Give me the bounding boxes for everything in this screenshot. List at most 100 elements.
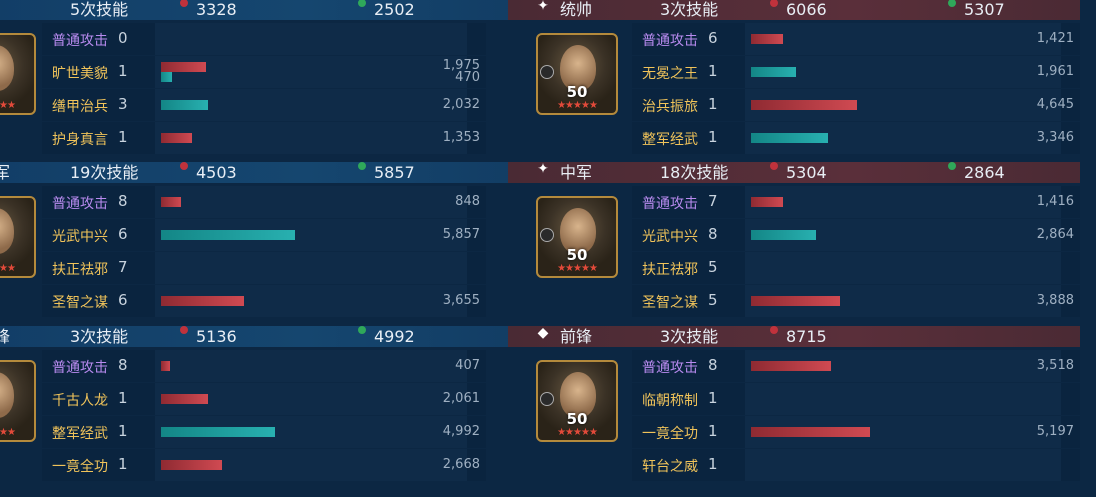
damage-value: 5,197 xyxy=(1036,424,1074,439)
heal-total: 4992 xyxy=(374,327,415,346)
weapon-badge-icon xyxy=(540,392,554,406)
skill-cast-count: 0 xyxy=(118,29,128,47)
position-label: 锋 xyxy=(0,327,11,346)
skill-cast-count: 8 xyxy=(708,356,718,374)
skill-name[interactable]: 无冕之王 xyxy=(642,63,698,83)
skill-cast-count: 3 xyxy=(118,95,128,113)
star-rating: ★★★★★ xyxy=(557,263,598,274)
skill-cast-count: 1 xyxy=(708,128,718,146)
damage-value: 3,655 xyxy=(442,293,480,308)
skill-name[interactable]: 圣智之谋 xyxy=(52,292,108,312)
skill-row: 无冕之王 1 1,961 xyxy=(632,56,1080,88)
general-portrait[interactable]: 50 ★★★★★ xyxy=(536,196,618,278)
heal-dot-icon xyxy=(948,162,956,170)
damage-total: 8715 xyxy=(786,327,827,346)
heal-value: 3,346 xyxy=(1036,130,1074,145)
general-panel: ◆ 前锋 3次技能 8715 50 ★★★★★ 普通攻击 8 3,518 临朝称制 1 一竟全功 1 5,… xyxy=(508,326,1080,490)
skill-name[interactable]: 扶正祛邪 xyxy=(642,259,698,279)
skill-name[interactable]: 圣智之谋 xyxy=(642,292,698,312)
skill-name[interactable]: 普通攻击 xyxy=(642,193,698,213)
skill-row: 轩台之威 1 xyxy=(632,449,1080,481)
general-portrait[interactable]: 50 ★★★★★ xyxy=(536,360,618,442)
skill-row: 一竟全功 1 2,668 xyxy=(42,449,486,481)
skill-name[interactable]: 千古人龙 xyxy=(52,390,108,410)
skill-cast-count: 1 xyxy=(708,389,718,407)
skill-name[interactable]: 普通攻击 xyxy=(52,357,108,377)
panel-header: 5次技能 3328 2502 xyxy=(0,0,540,20)
skill-cast-count: 1 xyxy=(118,128,128,146)
general-portrait[interactable]: ★★★★★ xyxy=(0,33,36,115)
skill-name[interactable]: 普通攻击 xyxy=(52,193,108,213)
skill-row: 治兵振旅 1 4,645 xyxy=(632,89,1080,121)
skill-row: 普通攻击 8 407 xyxy=(42,350,486,382)
heal-total: 2864 xyxy=(964,163,1005,182)
general-portrait[interactable]: ★★★★★ xyxy=(0,196,36,278)
panel-header: ✦ 统帅 3次技能 6066 5307 xyxy=(508,0,1080,20)
panel-header: 军 19次技能 4503 5857 xyxy=(0,162,540,183)
damage-dot-icon xyxy=(770,0,778,7)
damage-bar xyxy=(751,296,840,306)
heal-value: 4,992 xyxy=(442,424,480,439)
skill-row: 扶正祛邪 7 xyxy=(42,252,486,284)
heal-bar xyxy=(161,100,208,110)
skill-name[interactable]: 光武中兴 xyxy=(642,226,698,246)
skill-row: 整军经武 1 4,992 xyxy=(42,416,486,448)
skill-cast-count: 6 xyxy=(118,225,128,243)
weapon-badge-icon xyxy=(540,228,554,242)
general-portrait[interactable]: ★★★★★ xyxy=(0,360,36,442)
damage-value: 407 xyxy=(455,358,480,373)
skill-row: 普通攻击 6 1,421 xyxy=(632,23,1080,55)
skill-bar-area xyxy=(745,252,1061,284)
skill-count: 18次技能 xyxy=(660,163,729,182)
skill-cast-count: 7 xyxy=(118,258,128,276)
star-rating: ★★★★★ xyxy=(0,100,16,111)
skill-cast-count: 1 xyxy=(708,422,718,440)
general-level: 50 xyxy=(566,410,588,428)
skill-name[interactable]: 旷世美貌 xyxy=(52,63,108,83)
skill-name[interactable]: 一竟全功 xyxy=(642,423,698,443)
damage-bar xyxy=(161,394,209,404)
general-face-image xyxy=(0,372,14,418)
skill-name[interactable]: 整军经武 xyxy=(52,423,108,443)
general-level: 50 xyxy=(566,83,588,101)
skill-name[interactable]: 普通攻击 xyxy=(642,357,698,377)
heal-bar xyxy=(751,133,828,143)
skill-cast-count: 6 xyxy=(118,291,128,309)
position-icon: ◆ xyxy=(537,325,549,341)
skill-row: 光武中兴 8 2,864 xyxy=(632,219,1080,251)
skill-cast-count: 5 xyxy=(708,291,718,309)
skill-row: 临朝称制 1 xyxy=(632,383,1080,415)
skill-cast-count: 1 xyxy=(118,62,128,80)
skill-name[interactable]: 普通攻击 xyxy=(52,30,108,50)
skill-name[interactable]: 治兵振旅 xyxy=(642,96,698,116)
damage-value: 848 xyxy=(455,194,480,209)
heal-value: 2,032 xyxy=(442,97,480,112)
skill-name[interactable]: 护身真言 xyxy=(52,129,108,149)
general-face-image xyxy=(0,45,14,91)
damage-dot-icon xyxy=(180,0,188,7)
heal-dot-icon xyxy=(358,326,366,334)
skill-name[interactable]: 临朝称制 xyxy=(642,390,698,410)
heal-bar xyxy=(751,230,817,240)
skill-cast-count: 7 xyxy=(708,192,718,210)
skill-cast-count: 5 xyxy=(708,258,718,276)
damage-value: 1,416 xyxy=(1036,194,1074,209)
damage-bar xyxy=(751,361,832,371)
damage-total: 5304 xyxy=(786,163,827,182)
skill-name[interactable]: 缮甲治兵 xyxy=(52,96,108,116)
skill-name[interactable]: 普通攻击 xyxy=(642,30,698,50)
skill-name[interactable]: 一竟全功 xyxy=(52,456,108,476)
skill-name[interactable]: 扶正祛邪 xyxy=(52,259,108,279)
general-portrait[interactable]: 50 ★★★★★ xyxy=(536,33,618,115)
skill-name[interactable]: 整军经武 xyxy=(642,129,698,149)
skill-name[interactable]: 轩台之威 xyxy=(642,456,698,476)
skill-bar-area xyxy=(155,23,467,55)
damage-dot-icon xyxy=(770,326,778,334)
skill-name[interactable]: 光武中兴 xyxy=(52,226,108,246)
damage-bar xyxy=(751,197,784,207)
damage-total: 5136 xyxy=(196,327,237,346)
general-panel: 军 19次技能 4503 5857 ★★★★★ 普通攻击 8 848 光武中兴 6 5,857 扶正祛… xyxy=(0,162,540,326)
damage-bar xyxy=(161,197,181,207)
skill-count: 19次技能 xyxy=(70,163,139,182)
damage-bar xyxy=(161,361,171,371)
